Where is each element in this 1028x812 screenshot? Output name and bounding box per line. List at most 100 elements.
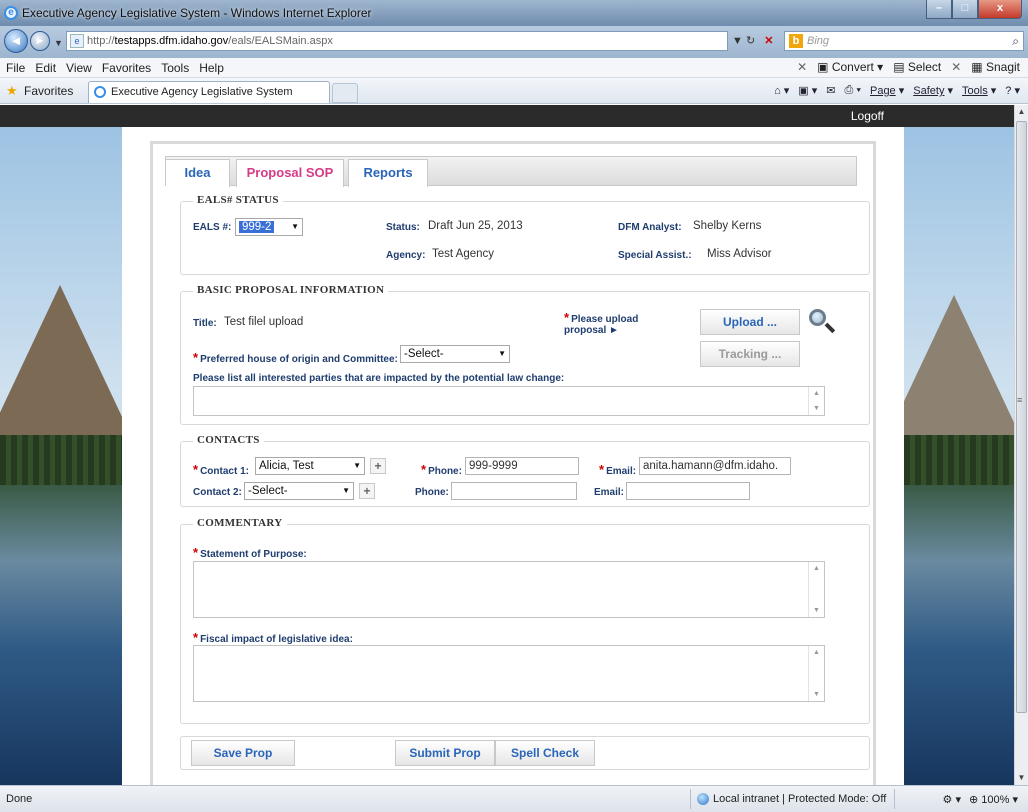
new-tab-button[interactable] <box>332 83 358 103</box>
add-contact2-button[interactable]: + <box>359 483 375 499</box>
magnifier-handle <box>824 322 836 334</box>
menu-edit[interactable]: Edit <box>35 61 56 75</box>
eals-number-select[interactable]: 999-2 ▼ <box>235 218 303 236</box>
contact2-select[interactable]: -Select- ▼ <box>244 482 354 500</box>
help-icon[interactable]: ? ▾ <box>1005 84 1020 97</box>
magnifier-icon[interactable] <box>809 309 836 334</box>
phone1-label: * Phone: <box>421 462 462 477</box>
textarea-scrollbar[interactable] <box>808 646 824 701</box>
menu-view[interactable]: View <box>66 61 92 75</box>
menu-bar: File Edit View Favorites Tools Help ✕ ▣ … <box>0 58 1028 78</box>
safety-menu[interactable]: Safety ▾ <box>913 84 953 97</box>
maximize-button[interactable]: □ <box>952 0 978 19</box>
email1-input[interactable]: anita.hamann@dfm.idaho. <box>639 457 791 475</box>
tab-proposal-sop[interactable]: Proposal SOP <box>236 159 344 187</box>
background-mountain <box>0 285 122 455</box>
mail-icon[interactable]: ✉ <box>826 84 835 97</box>
menu-file[interactable]: File <box>6 61 25 75</box>
menu-tools[interactable]: Tools <box>161 61 189 75</box>
security-zone[interactable]: Local intranet | Protected Mode: Off <box>690 789 896 809</box>
required-marker: * <box>564 310 570 325</box>
stop-icon[interactable]: ✕ <box>764 35 773 47</box>
minimize-button[interactable]: – <box>926 0 952 19</box>
background-water <box>904 485 1014 785</box>
logoff-link[interactable]: Logoff <box>851 109 884 123</box>
phone2-input[interactable] <box>451 482 577 500</box>
close-snagit-icon[interactable]: ✕ <box>951 60 961 74</box>
tab-idea[interactable]: Idea <box>166 159 230 187</box>
search-icon[interactable]: ⌕ <box>1012 32 1019 50</box>
snagit-button[interactable]: ▦ Snagit <box>971 60 1020 74</box>
upload-button[interactable]: Upload ... <box>700 309 800 335</box>
scroll-grip-icon: ≡ <box>1017 395 1023 405</box>
print-icon[interactable]: ⎙ ▾ <box>845 84 861 97</box>
close-toolbar-icon[interactable]: ✕ <box>797 60 807 74</box>
history-dropdown-icon[interactable]: ▼ <box>54 38 63 48</box>
scroll-thumb[interactable] <box>1016 121 1027 713</box>
select-button[interactable]: ▤ Select <box>893 60 941 74</box>
textarea-scrollbar[interactable] <box>808 387 824 415</box>
add-contact1-button[interactable]: + <box>370 458 386 474</box>
mountain-lake-background-right <box>904 127 1014 785</box>
protected-mode-icon[interactable]: ⚙ ▾ <box>943 793 961 806</box>
tab-reports[interactable]: Reports <box>348 159 428 187</box>
url-prefix: http:// <box>87 35 115 47</box>
scroll-up-icon[interactable]: ▲ <box>1015 105 1028 119</box>
section-legend: CONTACTS <box>193 434 264 446</box>
address-dropdown-icon[interactable]: ▼ <box>732 35 743 47</box>
house-origin-select[interactable]: -Select- ▼ <box>400 345 510 363</box>
save-prop-button[interactable]: Save Prop <box>191 740 295 766</box>
zoom-button[interactable]: ⊕ 100% ▾ <box>969 793 1018 806</box>
refresh-icon[interactable]: ↻ <box>746 35 755 47</box>
commentary-section: COMMENTARY *Statement of Purpose: *Fisca… <box>180 517 870 724</box>
spell-check-button[interactable]: Spell Check <box>495 740 595 766</box>
app-header-bar: Logoff <box>0 105 1014 127</box>
contact2-label: Contact 2: <box>193 487 242 498</box>
basic-proposal-section: BASIC PROPOSAL INFORMATION Title: Test f… <box>180 284 870 425</box>
background-water <box>0 485 122 785</box>
back-button[interactable]: ◄ <box>4 29 28 53</box>
page-scrollbar[interactable]: ▲ ≡ ▼ <box>1014 105 1028 785</box>
phone1-input[interactable]: 999-9999 <box>465 457 579 475</box>
email2-label: Email: <box>594 487 625 498</box>
tracking-button[interactable]: Tracking ... <box>700 341 800 367</box>
required-marker: * <box>193 350 199 365</box>
menu-favorites[interactable]: Favorites <box>102 61 151 75</box>
close-button[interactable]: x <box>978 0 1022 19</box>
scroll-down-icon[interactable]: ▼ <box>1015 771 1028 785</box>
status-value: Draft Jun 25, 2013 <box>428 220 523 232</box>
browser-tab[interactable]: Executive Agency Legislative System <box>88 81 330 103</box>
app-tabs: Idea Proposal SOP Reports <box>165 156 857 187</box>
contact1-select[interactable]: Alicia, Test ▼ <box>255 457 365 475</box>
tools-menu[interactable]: Tools ▾ <box>962 84 996 97</box>
agency-value: Test Agency <box>432 248 495 260</box>
bing-icon: b <box>789 34 803 48</box>
ie-tab-icon <box>94 86 106 98</box>
upload-note-text: Please upload proposal ► <box>564 314 639 336</box>
tools-menu-label: Tools <box>962 85 988 97</box>
page-menu-label: Page <box>869 85 896 97</box>
favorites-button[interactable]: Favorites <box>24 84 73 98</box>
fiscal-impact-textarea[interactable] <box>193 645 825 702</box>
menu-help[interactable]: Help <box>199 61 224 75</box>
zoom-controls: ⚙ ▾ ⊕ 100% ▾ <box>943 793 1018 806</box>
convert-label: Convert <box>831 60 874 74</box>
feeds-icon[interactable]: ▣ ▾ <box>798 84 817 97</box>
email1-label: * Email: <box>599 462 636 477</box>
interested-parties-textarea[interactable] <box>193 386 825 416</box>
textarea-scrollbar[interactable] <box>808 562 824 617</box>
statement-of-purpose-textarea[interactable] <box>193 561 825 618</box>
home-icon[interactable]: ⌂ ▾ <box>774 84 789 97</box>
address-bar[interactable]: e http://testapps.dfm.idaho.gov/eals/EAL… <box>66 31 728 51</box>
page-menu[interactable]: Page ▾ <box>870 84 904 97</box>
submit-prop-button[interactable]: Submit Prop <box>395 740 495 766</box>
email2-input[interactable] <box>626 482 750 500</box>
required-marker: * <box>193 545 199 560</box>
search-box[interactable]: b Bing ⌕ <box>784 31 1024 51</box>
eals-status-section: EALS# STATUS EALS #: 999-2 ▼ Status: Dra… <box>180 194 870 275</box>
forward-button[interactable]: ► <box>30 31 50 51</box>
background-trees <box>0 435 122 485</box>
convert-button[interactable]: ▣ Convert ▾ <box>817 60 883 74</box>
address-tools: ▼ ↻ ✕ <box>732 34 773 47</box>
favorites-star-icon[interactable]: ★ <box>6 83 18 99</box>
